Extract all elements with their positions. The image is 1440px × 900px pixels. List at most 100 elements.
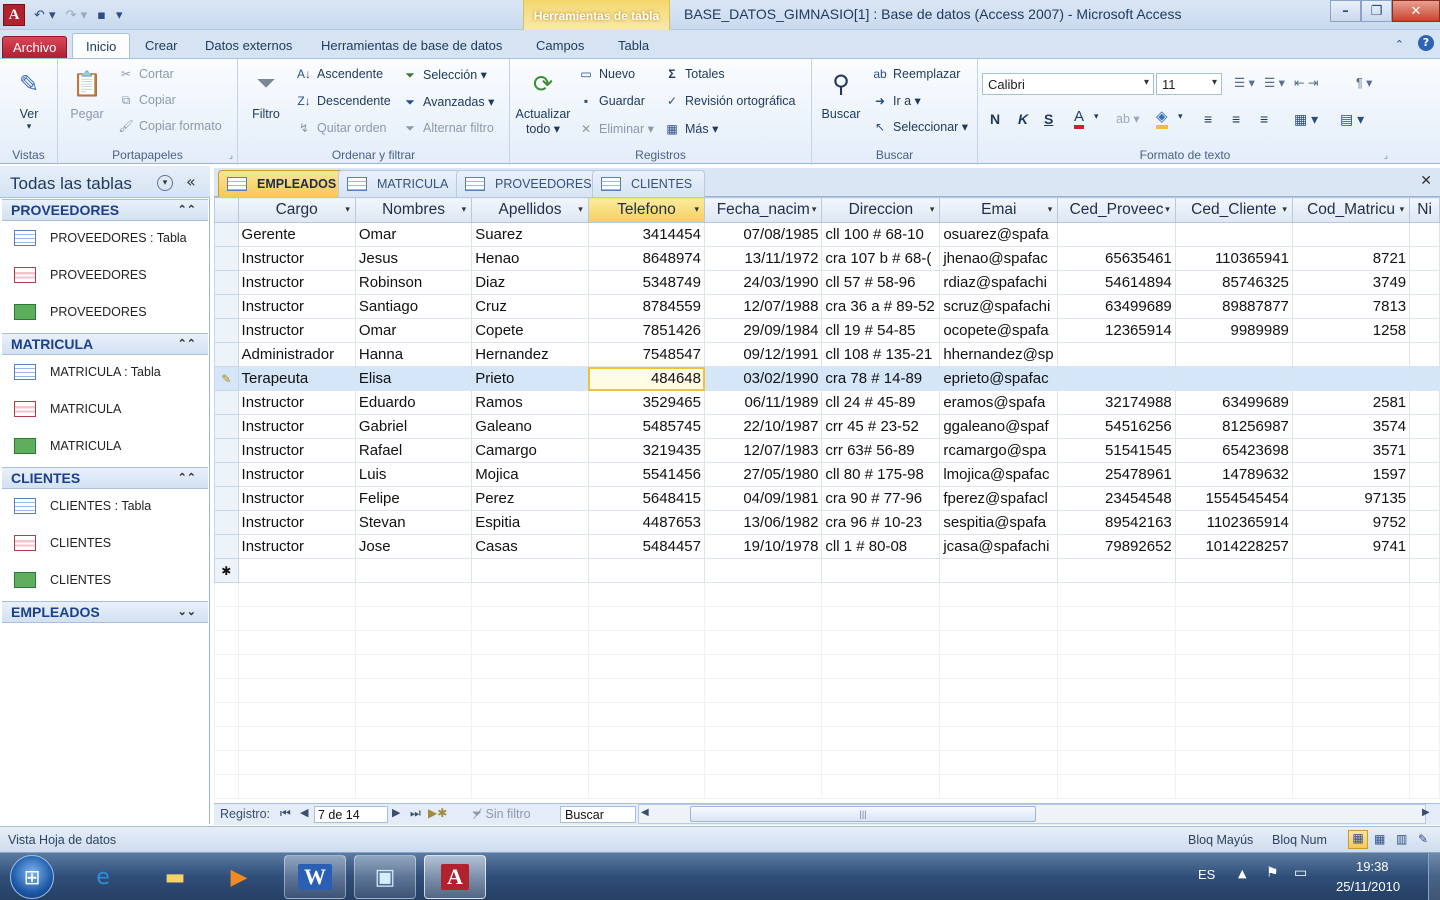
dialog-launcher-icon[interactable]: ⌟ (229, 151, 233, 161)
font-name-select[interactable]: Calibri (982, 73, 1154, 95)
table-row[interactable]: Instructor Robinson Diaz 5348749 24/03/1990 c… (214, 270, 1440, 295)
column-header[interactable]: Nombres ▾ (354, 197, 473, 223)
table-cell[interactable] (1409, 486, 1440, 511)
table-row[interactable]: Instructor Rafael Camargo 3219435 12/07/1983… (214, 438, 1440, 463)
nav-section-proveedores[interactable]: PROVEEDORES ⌃⌃ (2, 199, 208, 221)
table-cell[interactable] (1291, 342, 1411, 367)
table-cell[interactable]: 8784559 (587, 294, 706, 319)
table-cell[interactable]: 65423698 (1174, 438, 1293, 463)
table-cell[interactable]: cra 107 b # 68-( (821, 246, 941, 271)
table-cell[interactable] (939, 558, 1059, 583)
table-cell[interactable] (1174, 774, 1293, 799)
ascendente-button[interactable]: A↓ Ascendente (296, 67, 383, 81)
table-cell[interactable] (1409, 774, 1440, 799)
table-cell[interactable]: Instructor (237, 390, 356, 415)
undo-icon[interactable]: ↶ ▾ (34, 8, 56, 23)
quitar-orden-button[interactable]: ↯ Quitar orden (296, 121, 387, 135)
table-cell[interactable] (1174, 582, 1293, 607)
numbering-icon[interactable]: ☰ ▾ (1264, 75, 1285, 90)
seleccionar-button[interactable]: ↖ Seleccionar ▾ (872, 119, 968, 135)
table-cell[interactable] (1174, 726, 1293, 751)
table-cell[interactable] (1409, 582, 1440, 607)
bullets-icon[interactable]: ☰ ▾ (1234, 75, 1255, 90)
select-all-corner[interactable] (214, 197, 239, 223)
table-cell[interactable] (1409, 222, 1440, 247)
table-cell[interactable]: 7813 (1291, 294, 1411, 319)
row-selector[interactable] (214, 462, 239, 487)
table-cell[interactable]: Camargo (471, 438, 589, 463)
table-cell[interactable] (703, 654, 823, 679)
table-cell[interactable] (939, 678, 1059, 703)
table-cell[interactable]: 54516256 (1057, 414, 1176, 439)
table-cell[interactable] (1174, 678, 1293, 703)
table-cell[interactable] (237, 774, 356, 799)
minimize-button[interactable]: – (1330, 0, 1361, 22)
network-icon[interactable]: ▭ (1294, 865, 1307, 881)
table-cell[interactable] (1174, 366, 1293, 391)
table-cell[interactable]: eramos@spafa (939, 390, 1059, 415)
scroll-left-icon[interactable]: ◀ (641, 807, 649, 818)
table-cell[interactable]: 8721 (1291, 246, 1411, 271)
table-cell[interactable] (1174, 342, 1293, 367)
table-cell[interactable]: scruz@spafachi (939, 294, 1059, 319)
table-cell[interactable]: 5348749 (587, 270, 706, 295)
gridlines-icon[interactable]: ▦ ▾ (1294, 111, 1318, 128)
row-selector[interactable] (214, 534, 239, 559)
table-cell[interactable]: Instructor (237, 294, 356, 319)
align-left-icon[interactable]: ≡ (1204, 111, 1212, 127)
column-filter-dropdown-icon[interactable]: ▾ (345, 204, 350, 215)
table-cell[interactable]: 8648974 (587, 246, 706, 271)
table-cell[interactable]: 9752 (1291, 510, 1411, 535)
row-selector[interactable] (214, 510, 239, 535)
row-selector[interactable] (214, 774, 239, 799)
column-header[interactable]: Ni (1409, 197, 1440, 223)
table-cell[interactable] (1057, 726, 1176, 751)
table-cell[interactable]: Espitia (471, 510, 589, 535)
table-cell[interactable]: 06/11/1989 (703, 390, 823, 415)
new-record-nav-icon[interactable]: ▶✱ (428, 806, 447, 820)
table-row[interactable]: Instructor Felipe Perez 5648415 04/09/1981 cr… (214, 486, 1440, 511)
table-cell[interactable]: 5648415 (587, 486, 706, 511)
table-cell[interactable] (1174, 558, 1293, 583)
table-cell[interactable] (1057, 630, 1176, 655)
table-cell[interactable] (1057, 702, 1176, 727)
datasheet-view-icon[interactable]: ▦ (1348, 830, 1368, 849)
table-cell[interactable] (587, 630, 706, 655)
table-cell[interactable]: ggaleano@spaf (939, 414, 1059, 439)
taskbar-ie-icon[interactable]: e (72, 855, 134, 899)
edit-record-icon[interactable]: ✎ (214, 366, 239, 391)
table-cell[interactable] (1057, 558, 1176, 583)
nav-item-matricula-table[interactable]: MATRICULA : Tabla (14, 364, 161, 380)
table-cell[interactable]: jhenao@spafac (939, 246, 1059, 271)
table-cell[interactable] (1291, 774, 1411, 799)
table-cell[interactable] (821, 606, 941, 631)
table-cell[interactable] (587, 774, 706, 799)
row-selector[interactable] (214, 222, 239, 247)
table-cell[interactable]: Gerente (237, 222, 356, 247)
reemplazar-button[interactable]: ab Reemplazar (872, 67, 960, 81)
table-cell[interactable] (703, 678, 823, 703)
tab-crear[interactable]: Crear (139, 36, 184, 58)
totales-button[interactable]: Σ Totales (664, 67, 724, 81)
table-cell[interactable] (237, 654, 356, 679)
doctab-empleados[interactable]: EMPLEADOS (218, 170, 350, 197)
pivottable-view-icon[interactable]: ▦ (1374, 832, 1385, 846)
mas-button[interactable]: ▦ Más ▾ (664, 121, 718, 137)
table-row[interactable]: Instructor Gabriel Galeano 5485745 22/10/198… (214, 414, 1440, 439)
align-center-icon[interactable]: ≡ (1232, 111, 1240, 127)
table-cell[interactable]: jcasa@spafachi (939, 534, 1059, 559)
table-cell[interactable] (939, 702, 1059, 727)
table-cell[interactable] (1409, 390, 1440, 415)
table-cell[interactable]: Instructor (237, 318, 356, 343)
table-cell[interactable]: 65635461 (1057, 246, 1176, 271)
table-cell[interactable] (237, 558, 356, 583)
table-cell[interactable]: crr 63# 56-89 (821, 438, 941, 463)
table-row[interactable]: Instructor Luis Mojica 5541456 27/05/1980 cll… (214, 462, 1440, 487)
table-cell[interactable]: Cruz (471, 294, 589, 319)
table-row[interactable]: Instructor Jose Casas 5484457 19/10/1978 cll … (214, 534, 1440, 559)
table-cell[interactable]: Casas (471, 534, 589, 559)
table-cell[interactable] (587, 582, 706, 607)
table-cell[interactable]: Terapeuta (237, 366, 356, 391)
row-selector[interactable] (214, 390, 239, 415)
table-row[interactable]: Gerente Omar Suarez 3414454 07/08/1985 cll 10… (214, 222, 1440, 247)
